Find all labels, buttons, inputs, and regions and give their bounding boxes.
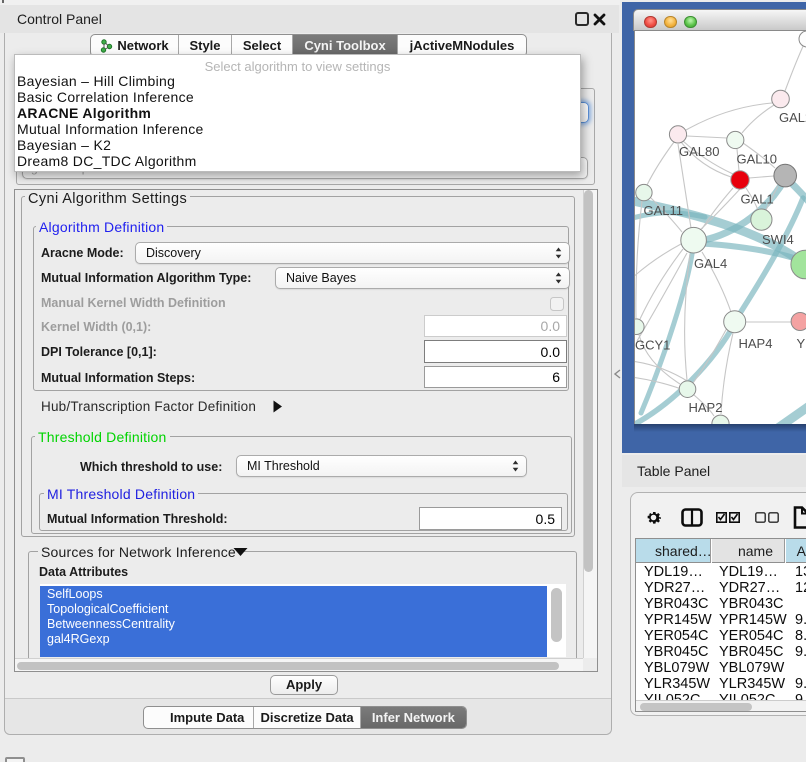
svg-text:HAP2: HAP2 xyxy=(689,400,723,415)
svg-text:SWI4: SWI4 xyxy=(762,232,794,247)
svg-text:GAL1: GAL1 xyxy=(741,192,774,207)
svg-text:YD: YD xyxy=(797,336,806,351)
svg-text:GAL10: GAL10 xyxy=(737,152,777,167)
svg-text:GAL11: GAL11 xyxy=(644,203,684,218)
svg-text:GAL4: GAL4 xyxy=(694,256,727,271)
svg-text:GAL2: GAL2 xyxy=(779,110,806,125)
svg-text:GCY1: GCY1 xyxy=(635,338,670,353)
svg-text:HAP4: HAP4 xyxy=(739,336,773,351)
svg-text:GAL80: GAL80 xyxy=(679,144,719,159)
